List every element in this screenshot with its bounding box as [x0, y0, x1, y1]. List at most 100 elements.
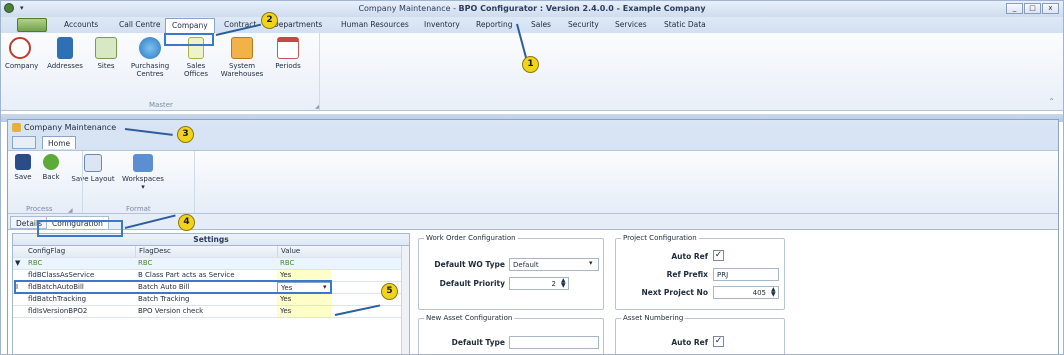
configuration-content: Settings ConfigFlag FlagDesc Value ▼ RBC…: [8, 229, 1058, 354]
tab-reporting[interactable]: Reporting: [476, 20, 512, 29]
tab-static-data[interactable]: Static Data: [664, 20, 706, 29]
tab-sales[interactable]: Sales: [531, 20, 551, 29]
spinner-arrows-icon[interactable]: ▲ ▼: [561, 278, 566, 289]
book-icon: [57, 37, 73, 59]
addresses-button[interactable]: Addresses: [45, 37, 85, 70]
document-ribbon: Save Back Save Layout Workspaces ▾ Proces…: [8, 150, 1058, 214]
tab-departments[interactable]: Departments: [273, 20, 322, 29]
tab-call-centre[interactable]: Call Centre: [119, 20, 160, 29]
collapse-ribbon-icon[interactable]: ⌃: [1048, 97, 1055, 106]
filter-value[interactable]: RBC: [277, 258, 331, 269]
floppy-disk-icon: [15, 154, 31, 170]
workspaces-button[interactable]: Workspaces ▾: [120, 154, 166, 191]
document-icon: [12, 123, 21, 132]
cell-flagdesc: Batch Tracking: [138, 295, 190, 303]
tab-inventory[interactable]: Inventory: [424, 20, 460, 29]
grid-column-header: ConfigFlag FlagDesc Value: [13, 246, 409, 258]
auto-ref-checkbox[interactable]: ✓: [713, 336, 724, 347]
cell-flagdesc: BPO Version check: [138, 307, 204, 315]
default-wo-type-label: Default WO Type: [434, 260, 505, 269]
title-bar: ▾ Company Maintenance - BPO Configurator…: [1, 1, 1063, 17]
default-priority-label: Default Priority: [439, 279, 505, 288]
asset-numbering-panel: Asset Numbering Auto Ref ✓: [615, 314, 785, 354]
tab-security[interactable]: Security: [568, 20, 599, 29]
tab-services[interactable]: Services: [615, 20, 647, 29]
group-label-master: Master: [149, 101, 173, 109]
panel-title: Project Configuration: [621, 234, 699, 242]
group-separator: [319, 33, 320, 110]
window-title: Company Maintenance - BPO Configurator :…: [358, 4, 706, 13]
ref-prefix-input[interactable]: PRJ: [713, 268, 779, 281]
calendar-icon: [277, 37, 299, 59]
cell-value[interactable]: Yes: [277, 294, 331, 305]
periods-button[interactable]: Periods: [273, 37, 303, 70]
filter-configflag[interactable]: RBC: [25, 258, 135, 269]
column-flagdesc[interactable]: FlagDesc: [135, 246, 277, 257]
group-separator: [194, 151, 195, 213]
work-order-configuration-panel: Work Order Configuration Default WO Type…: [418, 234, 604, 310]
tab-accounts[interactable]: Accounts: [64, 20, 98, 29]
back-button[interactable]: Back: [40, 154, 62, 181]
filter-row: ▼ RBC RBC RBC: [13, 258, 409, 270]
company-button[interactable]: Company: [5, 37, 38, 70]
dropdown-arrow-icon: ▾: [141, 183, 145, 191]
workspaces-icon: [133, 154, 153, 172]
callout-1: 1: [522, 56, 539, 73]
default-wo-type-select[interactable]: Default: [509, 258, 599, 271]
spinner-arrows-icon[interactable]: ▲ ▼: [771, 287, 776, 298]
auto-ref-label: Auto Ref: [671, 252, 708, 261]
settings-grid: Settings ConfigFlag FlagDesc Value ▼ RBC…: [12, 233, 410, 354]
process-expander-icon[interactable]: ◢: [68, 207, 73, 214]
column-configflag[interactable]: ConfigFlag: [25, 246, 135, 257]
callout-5: 5: [381, 283, 398, 300]
document-title: Company Maintenance: [12, 123, 116, 132]
new-asset-configuration-panel: New Asset Configuration Default Type: [418, 314, 604, 354]
next-project-no-spinner[interactable]: 405: [713, 286, 779, 299]
save-button[interactable]: Save: [12, 154, 34, 181]
column-value[interactable]: Value: [277, 246, 331, 257]
ref-prefix-label: Ref Prefix: [666, 270, 708, 279]
compass-icon: [9, 37, 31, 59]
cell-value[interactable]: Yes: [277, 306, 331, 317]
save-layout-button[interactable]: Save Layout: [70, 154, 116, 183]
minimize-button[interactable]: _: [1006, 3, 1023, 14]
default-priority-spinner[interactable]: 2: [509, 277, 569, 290]
next-project-no-label: Next Project No: [641, 288, 708, 297]
system-warehouses-button[interactable]: System Warehouses: [217, 37, 267, 78]
map-icon: [95, 37, 117, 59]
auto-ref-label: Auto Ref: [671, 338, 708, 347]
cell-configflag: fldBatchTracking: [28, 295, 87, 303]
close-button[interactable]: x: [1042, 3, 1059, 14]
tab-home[interactable]: Home: [42, 136, 77, 149]
callout-3: 3: [177, 126, 194, 143]
document-menu-button[interactable]: [12, 136, 36, 149]
group-label-format: Format: [126, 205, 151, 213]
default-type-label: Default Type: [451, 338, 505, 347]
auto-ref-checkbox[interactable]: ✓: [713, 250, 724, 261]
company-maintenance-window: Company Maintenance Home Save Back Save …: [7, 119, 1059, 354]
grid-scrollbar[interactable]: [401, 246, 409, 354]
back-arrow-icon: [43, 154, 59, 170]
cell-configflag: fldIsVersionBPO2: [28, 307, 88, 315]
sites-button[interactable]: Sites: [92, 37, 120, 70]
filter-icon: ▼: [15, 259, 21, 267]
tab-human-resources[interactable]: Human Resources: [341, 20, 409, 29]
panel-title: New Asset Configuration: [424, 314, 515, 322]
globe-icon: [139, 37, 161, 59]
app-menu-button[interactable]: [17, 18, 47, 32]
highlight-company-tab: [164, 33, 214, 46]
dropdown-arrow-icon[interactable]: ▾: [589, 259, 593, 267]
panel-title: Work Order Configuration: [424, 234, 518, 242]
maximize-button[interactable]: □: [1024, 3, 1041, 14]
callout-4: 4: [178, 214, 195, 231]
application-window: ▾ Company Maintenance - BPO Configurator…: [0, 0, 1064, 355]
table-row[interactable]: fldBatchTracking Batch Tracking Yes: [13, 294, 409, 306]
panel-title: Asset Numbering: [621, 314, 686, 322]
default-type-select[interactable]: [509, 336, 599, 349]
filter-flagdesc[interactable]: RBC: [135, 258, 277, 269]
tab-company[interactable]: Company: [165, 18, 215, 33]
highlight-row-box: [14, 280, 332, 294]
main-ribbon-tabs: Accounts Call Centre Company Contract De…: [1, 17, 1063, 33]
layout-icon: [84, 154, 102, 172]
callout-2: 2: [261, 12, 278, 29]
